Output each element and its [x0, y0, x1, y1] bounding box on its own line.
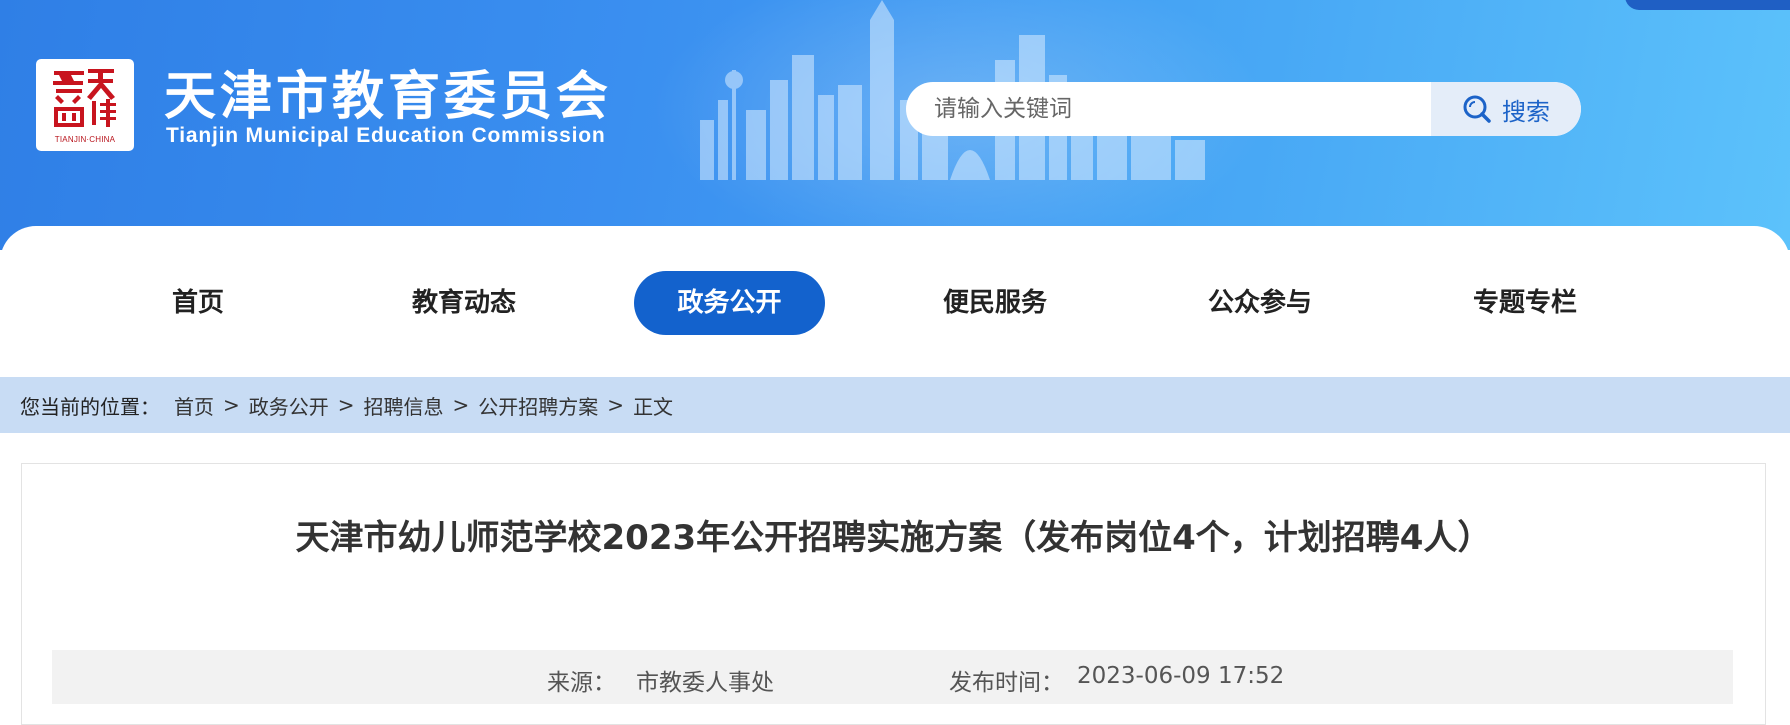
publish-date-value: 2023-06-09 17:52 [1077, 663, 1285, 689]
breadcrumb-separator: > [223, 393, 240, 417]
breadcrumb-item-recruitment-info[interactable]: 招聘信息 [364, 391, 444, 420]
article-card: 天津市幼儿师范学校2023年公开招聘实施方案（发布岗位4个，计划招聘4人） 来源… [21, 463, 1766, 725]
nav-item-home[interactable]: 首页 [128, 271, 268, 335]
site-subtitle-en: Tianjin Municipal Education Commission [166, 124, 606, 147]
breadcrumb-separator: > [452, 393, 470, 417]
source-label: 来源： [547, 670, 616, 696]
nav-item-special-topics[interactable]: 专题专栏 [1455, 271, 1595, 335]
breadcrumb-item-government-affairs[interactable]: 政务公开 [249, 391, 329, 420]
breadcrumb-prefix: 您当前的位置： [20, 394, 160, 419]
breadcrumb: 您当前的位置： 首页 > 政务公开 > 招聘信息 > 公开招聘方案 > 正文 [0, 377, 1790, 433]
logo-seal-caption: TIANJIN·CHINA [54, 135, 116, 144]
nav-item-government-affairs[interactable]: 政务公开 [634, 271, 825, 335]
breadcrumb-current: 正文 [633, 394, 674, 419]
main-nav: 首页 教育动态 政务公开 便民服务 公众参与 专题专栏 [0, 226, 1790, 376]
search-button[interactable]: 搜索 [1431, 82, 1581, 136]
publish-date-label: 发布时间： [949, 670, 1064, 696]
site-logo[interactable]: TIANJIN·CHINA [36, 59, 134, 151]
breadcrumb-separator: > [337, 393, 355, 417]
search-icon [1463, 95, 1491, 123]
source-value: 市教委人事处 [636, 670, 774, 696]
article-title: 天津市幼儿师范学校2023年公开招聘实施方案（发布岗位4个，计划招聘4人） [295, 518, 1492, 558]
site-title[interactable]: 天津市教育委员会 [164, 54, 612, 129]
nav-item-public-services[interactable]: 便民服务 [925, 271, 1065, 335]
breadcrumb-separator: > [607, 393, 625, 417]
nav-item-public-participation[interactable]: 公众参与 [1190, 271, 1330, 335]
breadcrumb-item-home[interactable]: 首页 [174, 391, 214, 420]
search-input[interactable] [906, 82, 1426, 136]
header-top-tab [1625, 0, 1790, 10]
site-header: TIANJIN·CHINA 天津市教育委员会 Tianjin Municipal… [0, 0, 1790, 250]
article-meta-bar: 来源： 市教委人事处 发布时间： 2023-06-09 17:52 [52, 650, 1733, 704]
nav-item-education-news[interactable]: 教育动态 [394, 271, 534, 335]
search-box: 搜索 [906, 82, 1581, 136]
education-seal-logo [53, 69, 116, 127]
search-button-label: 搜索 [1502, 97, 1550, 126]
breadcrumb-item-recruitment-plan[interactable]: 公开招聘方案 [478, 391, 598, 420]
